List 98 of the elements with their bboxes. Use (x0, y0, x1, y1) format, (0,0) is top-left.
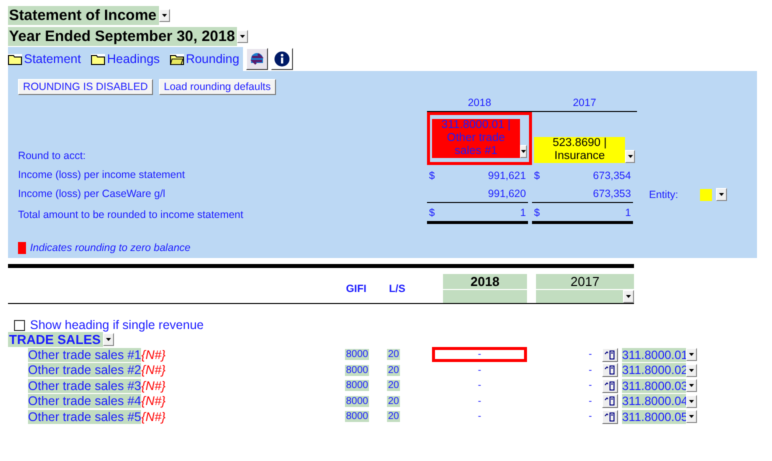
caret-icon (719, 193, 724, 196)
edit-icon[interactable] (602, 348, 618, 362)
rounding-button[interactable]: ROUNDING IS DISABLED (18, 79, 153, 95)
caret-icon (689, 368, 694, 372)
edit-icon[interactable] (602, 363, 618, 378)
currency-sign: $ (534, 207, 540, 219)
folder-icon (8, 54, 22, 64)
amount: 1 (520, 207, 526, 219)
column-heading: L/S (389, 282, 406, 294)
caret-icon (689, 384, 694, 388)
folder-icon (170, 54, 184, 64)
line-item-label: Other trade sales #5 (28, 410, 142, 424)
row-label: Total amount to be rounded to income statement (18, 208, 244, 223)
gifi-cell: 8000 (345, 380, 370, 392)
legend-text: Indicates rounding to zero balance (30, 242, 191, 254)
amount: 673,353 (593, 188, 631, 200)
amount-cell-text: - (588, 349, 593, 360)
dropdown-button[interactable] (686, 394, 697, 408)
amount-cell-text: - (588, 411, 593, 422)
folder-icon (90, 54, 105, 64)
show-heading-checkbox[interactable]: Show heading if single revenue (14, 318, 772, 332)
edit-icon[interactable] (602, 378, 618, 393)
currency-sign: $ (534, 170, 540, 182)
amount: 991,620 (488, 188, 526, 200)
line-item-label: Other trade sales #4 (28, 394, 142, 408)
tab[interactable]: Statement (8, 50, 81, 68)
line-item-label: Other trade sales #1 (28, 348, 142, 362)
dropdown-button[interactable] (686, 364, 697, 377)
edit-icon[interactable] (602, 394, 618, 408)
tab[interactable]: Headings (90, 50, 160, 68)
caret-icon (521, 150, 526, 153)
line-item-tag: {N#} (141, 410, 166, 424)
dropdown-button[interactable] (716, 188, 728, 201)
rounding-button[interactable]: Load rounding defaults (158, 79, 276, 95)
amount-cell-text: - (588, 364, 593, 376)
column-heading: GIFI (346, 282, 368, 294)
report-title: Statement of Income (8, 6, 159, 25)
caret-icon (240, 35, 245, 38)
period-title: Year Ended September 30, 2018 (8, 27, 237, 46)
amount-cell-text: - (476, 396, 482, 407)
dropdown-button[interactable] (686, 348, 697, 362)
amount: 673,354 (593, 170, 631, 182)
ls-cell: 20 (387, 396, 400, 407)
dropdown-button[interactable] (623, 290, 634, 303)
amount-cell-text: - (588, 396, 593, 407)
line-item-label: Other trade sales #3 (28, 378, 142, 393)
year-heading: 2017 (532, 95, 637, 112)
ls-cell: 20 (387, 380, 400, 392)
ls-cell: 20 (387, 411, 400, 422)
caret-icon (689, 353, 694, 356)
caret-icon (628, 155, 633, 158)
ls-cell: 20 (387, 349, 400, 360)
dropdown-button[interactable] (686, 379, 697, 392)
dropdown-button[interactable] (102, 333, 114, 346)
line-item-label: Other trade sales #2 (28, 363, 142, 378)
amount-cell-text: - (588, 380, 593, 392)
amount-cell-text: - (476, 411, 482, 422)
section-heading: TRADE SALES (8, 332, 103, 347)
info-icon[interactable] (271, 48, 294, 70)
gifi-cell: 8000 (345, 364, 370, 376)
amount-cell: - (432, 347, 527, 362)
row-label: Income (loss) per income statement (18, 168, 186, 183)
currency-sign: $ (429, 207, 435, 219)
amount: 1 (625, 207, 631, 219)
gifi-cell: 8000 (345, 396, 370, 407)
caret-icon (689, 415, 694, 418)
caret-icon (689, 400, 694, 403)
currency-sign: $ (429, 170, 435, 182)
tab[interactable]: Rounding (170, 50, 240, 68)
ls-cell: 20 (387, 364, 400, 376)
gifi-cell: 8000 (345, 349, 370, 360)
year-heading: 2018 (427, 95, 532, 112)
account-select[interactable]: 311.8000.03 (622, 378, 686, 393)
account-select[interactable]: 311.8000.01 (622, 348, 686, 362)
dropdown-button[interactable] (686, 410, 697, 424)
amount-cell-text: - (476, 380, 482, 392)
swap-arrows-icon[interactable] (246, 48, 268, 70)
dropdown-button[interactable] (236, 30, 248, 43)
line-item-tag: {N#} (141, 348, 166, 362)
row-label: Round to acct: (18, 149, 87, 164)
account-select[interactable]: 311.8000.04 (622, 394, 686, 408)
amount: 991,621 (488, 170, 526, 182)
caret-icon (626, 295, 631, 298)
caret-icon (106, 338, 111, 341)
year-column-header: 2018 (443, 274, 527, 303)
line-item-tag: {N#} (141, 378, 166, 393)
line-item-tag: {N#} (141, 394, 166, 408)
caret-icon (162, 14, 167, 17)
dropdown-button[interactable] (158, 9, 170, 22)
account-select[interactable]: 311.8000.02 (622, 363, 686, 378)
year-column-header: 2017 (536, 274, 634, 303)
amount-cell-text: - (476, 364, 482, 376)
row-label: Income (loss) per CaseWare g/l (18, 187, 166, 202)
edit-icon[interactable] (602, 410, 618, 424)
line-item-tag: {N#} (141, 363, 166, 378)
account-select[interactable]: 311.8000.05 (622, 410, 686, 424)
gifi-cell: 8000 (345, 411, 370, 422)
entity-label: Entity: (649, 188, 678, 200)
